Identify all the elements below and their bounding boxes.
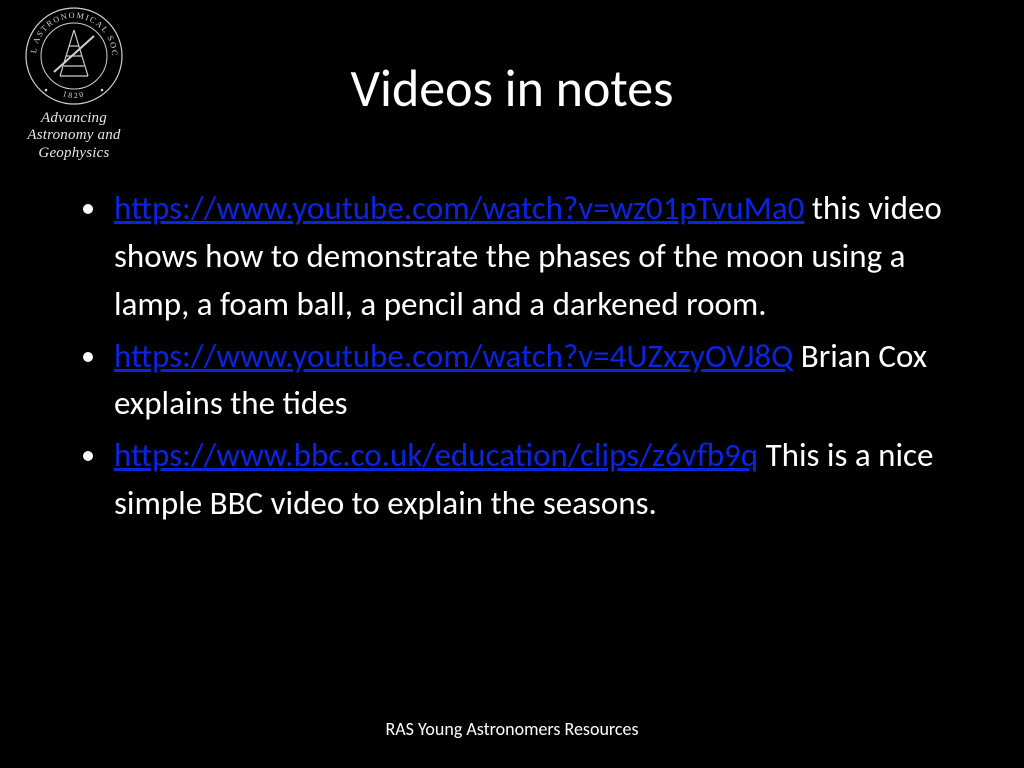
svg-text:ROYAL ASTRONOMICAL SOCIETY: ROYAL ASTRONOMICAL SOCIETY [24, 6, 119, 57]
slide-title: Videos in notes [0, 56, 1024, 120]
list-item: https://www.youtube.com/watch?v=4UZxzyOV… [110, 333, 964, 429]
list-item: https://www.youtube.com/watch?v=wz01pTvu… [110, 185, 964, 329]
slide-footer: RAS Young Astronomers Resources [0, 718, 1024, 740]
list-item: https://www.bbc.co.uk/education/clips/z6… [110, 432, 964, 528]
video-link[interactable]: https://www.bbc.co.uk/education/clips/z6… [114, 435, 758, 475]
video-link[interactable]: https://www.youtube.com/watch?v=4UZxzyOV… [114, 336, 793, 376]
video-link[interactable]: https://www.youtube.com/watch?v=wz01pTvu… [114, 188, 804, 228]
slide-body: https://www.youtube.com/watch?v=wz01pTvu… [70, 185, 964, 532]
bullet-list: https://www.youtube.com/watch?v=wz01pTvu… [70, 185, 964, 528]
